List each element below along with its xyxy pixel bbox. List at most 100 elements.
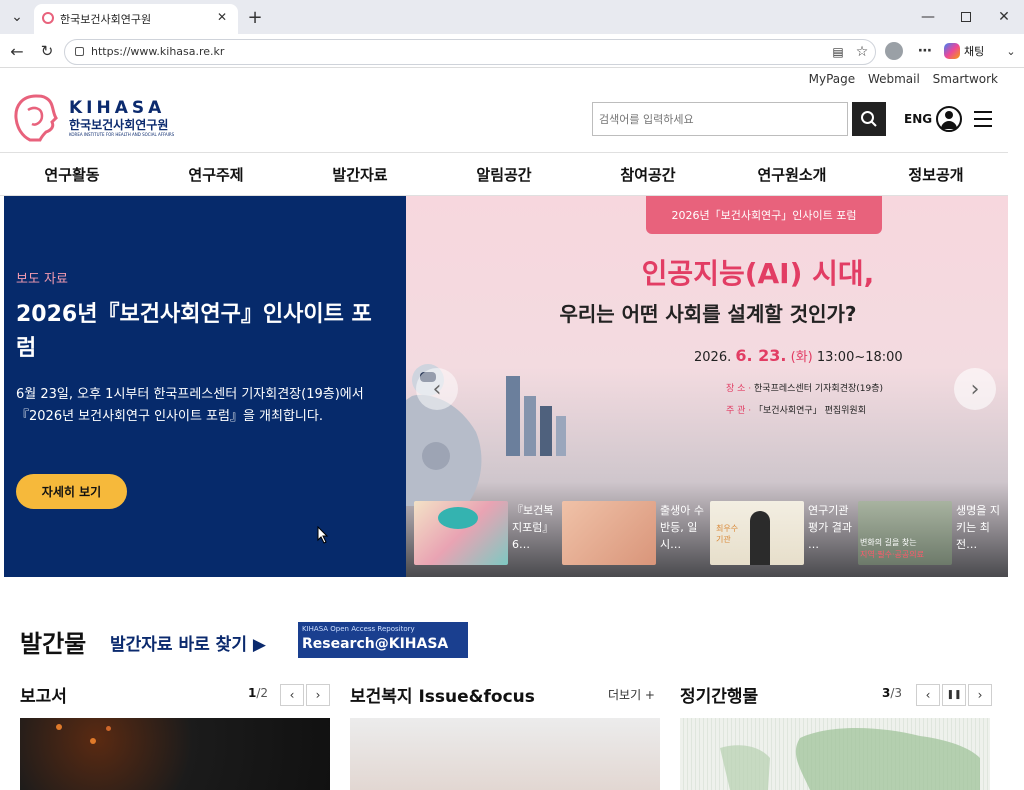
- periodicals-prev-button[interactable]: ‹: [916, 684, 940, 706]
- hero-banner[interactable]: 2026년「보건사회연구」인사이트 포럼 인공지능(AI) 시대, 우리는 어떤…: [406, 196, 1008, 577]
- copilot-chat-button[interactable]: 채팅: [944, 40, 1002, 62]
- banner-subheadline: 우리는 어떤 사회를 설계할 것인가?: [559, 302, 857, 326]
- reports-next-button[interactable]: ›: [306, 684, 330, 706]
- address-bar[interactable]: https://www.kihasa.re.kr ▤ ☆: [64, 39, 876, 65]
- banner-venue: 장 소 · 한국프레스센터 기자회견장(19층): [726, 381, 883, 394]
- publications-title: 발간물: [20, 630, 87, 658]
- nav-topics[interactable]: 연구주제: [144, 153, 288, 195]
- periodicals-next-button[interactable]: ›: [968, 684, 992, 706]
- reports-page-current: 1: [248, 686, 257, 700]
- research-kihasa-banner[interactable]: KIHASA Open Access Repository Research@K…: [298, 622, 468, 658]
- browser-tab-bar: ⌄ 한국보건사회연구원 ✕ + — ✕: [0, 0, 1024, 34]
- venue-value: 한국프레스센터 기자회견장(19층): [754, 384, 884, 394]
- issue-focus-title: 보건복지 Issue&focus: [350, 687, 535, 707]
- copilot-label: 채팅: [964, 45, 985, 58]
- periodical-cover-image[interactable]: [680, 718, 990, 790]
- banner-tag: 2026년「보건사회연구」인사이트 포럼: [646, 196, 882, 234]
- banner-date-prefix: 2026.: [694, 350, 732, 365]
- tab-title: 한국보건사회연구원: [60, 13, 152, 26]
- chevron-down-icon[interactable]: ⌄: [1004, 42, 1018, 60]
- banner-headline: 인공지능(AI) 시대,: [641, 257, 875, 290]
- profile-avatar-icon[interactable]: [885, 42, 903, 60]
- browser-tab[interactable]: 한국보건사회연구원 ✕: [34, 4, 238, 34]
- copilot-icon: [944, 43, 960, 59]
- periodicals-pause-button[interactable]: ❚❚: [942, 684, 966, 706]
- hamburger-menu-icon[interactable]: [974, 111, 992, 127]
- back-icon[interactable]: ←: [6, 40, 28, 62]
- thumb-forum[interactable]: [414, 501, 508, 565]
- user-icon[interactable]: [936, 106, 962, 132]
- nav-notices[interactable]: 알림공간: [432, 153, 576, 195]
- repo-small-text: KIHASA Open Access Repository: [302, 625, 415, 633]
- tab-close-icon[interactable]: ✕: [214, 9, 230, 25]
- reader-mode-icon[interactable]: ▤: [829, 43, 847, 61]
- logo-head-icon: [14, 94, 58, 142]
- favorite-star-icon[interactable]: ☆: [853, 43, 871, 61]
- web-page: MyPage Webmail Smartwork KIHASA 한국보건사회연구…: [0, 68, 1024, 790]
- minimize-button[interactable]: —: [916, 6, 940, 28]
- repo-big-text: Research@KIHASA: [302, 636, 449, 652]
- webmail-link[interactable]: Webmail: [868, 72, 920, 86]
- periodicals-title: 정기간행물: [680, 687, 759, 707]
- more-details-button[interactable]: 자세히 보기: [16, 474, 127, 509]
- periodicals-page-current: 3: [882, 686, 891, 700]
- banner-day: (화): [790, 350, 813, 365]
- smartwork-link[interactable]: Smartwork: [933, 72, 998, 86]
- reports-pager: 1/2: [248, 686, 269, 700]
- main-navigation: 연구활동 연구주제 발간자료 알림공간 참여공간 연구원소개 정보공개: [0, 152, 1008, 196]
- logo-kr: 한국보건사회연구원: [69, 118, 169, 132]
- nav-participation[interactable]: 참여공간: [576, 153, 720, 195]
- host-label: 주 관 ·: [726, 406, 752, 416]
- thumb-caption[interactable]: 출생아 수 반등, 일시…: [660, 502, 704, 558]
- periodicals-page-total: 3: [894, 686, 903, 700]
- site-favicon-icon: [42, 12, 54, 24]
- mypage-link[interactable]: MyPage: [809, 72, 856, 86]
- thumb-medical[interactable]: 변화의 길을 찾는 지역·필수·공공의료: [858, 501, 952, 565]
- new-tab-button[interactable]: +: [244, 6, 266, 28]
- host-value: 「보건사회연구」 편집위원회: [754, 406, 866, 416]
- reports-title: 보고서: [20, 687, 67, 707]
- venue-label: 장 소 ·: [726, 384, 752, 394]
- logo-en: KIHASA: [69, 98, 166, 118]
- light-dot-icon: [90, 738, 96, 744]
- periodicals-pager: 3/3: [882, 686, 903, 700]
- find-publications-link[interactable]: 발간자료 바로 찾기 ▶: [110, 630, 266, 655]
- hero-category: 보도 자료: [16, 272, 68, 287]
- thumb-medical-overlay-1: 변화의 길을 찾는: [860, 538, 917, 547]
- banner-date: 6. 23.: [735, 346, 787, 365]
- language-toggle[interactable]: ENG: [904, 112, 932, 126]
- search-button[interactable]: [852, 102, 886, 136]
- nav-disclosure[interactable]: 정보공개: [864, 153, 1008, 195]
- reports-page-total: 2: [260, 686, 269, 700]
- maximize-button[interactable]: [954, 6, 978, 28]
- nav-research[interactable]: 연구활동: [0, 153, 144, 195]
- thumb-caption[interactable]: 생명을 지키는 최전…: [956, 502, 1000, 558]
- refresh-icon[interactable]: ↻: [36, 40, 58, 62]
- search-input[interactable]: [592, 102, 848, 136]
- kihasa-logo[interactable]: KIHASA 한국보건사회연구원 KOREA INSTITUTE FOR HEA…: [12, 92, 188, 146]
- issue-more-link[interactable]: 더보기 +: [608, 686, 655, 703]
- report-cover-image[interactable]: [20, 718, 330, 790]
- reports-prev-button[interactable]: ‹: [280, 684, 304, 706]
- hero-title[interactable]: 2026년『보건사회연구』인사이트 포럼: [16, 298, 376, 366]
- world-map-icon: [720, 728, 980, 790]
- thumb-evaluation[interactable]: 최우수 기관: [710, 501, 804, 565]
- next-slide-button[interactable]: ›: [954, 368, 996, 410]
- nav-publications[interactable]: 발간자료: [288, 153, 432, 195]
- person-icon: [750, 511, 770, 565]
- more-options-icon[interactable]: ⋯: [914, 40, 936, 62]
- tab-list-dropdown[interactable]: ⌄: [6, 6, 28, 28]
- light-dot-icon: [56, 724, 62, 730]
- nav-about[interactable]: 연구원소개: [720, 153, 864, 195]
- thumb-evaluation-overlay: 최우수 기관: [716, 524, 739, 544]
- prev-slide-button[interactable]: ‹: [416, 368, 458, 410]
- speech-bubble-icon: [438, 507, 478, 529]
- url-text: https://www.kihasa.re.kr: [91, 45, 225, 58]
- thumb-birth[interactable]: [562, 501, 656, 565]
- close-window-button[interactable]: ✕: [992, 6, 1016, 28]
- banner-host: 주 관 · 「보건사회연구」 편집위원회: [726, 403, 866, 416]
- thumb-caption[interactable]: 연구기관 평가 결과 …: [808, 502, 852, 558]
- thumb-caption[interactable]: 『보건복지포럼』6…: [512, 502, 556, 558]
- hero-text-panel: 보도 자료 2026년『보건사회연구』인사이트 포럼 6월 23일, 오후 1시…: [4, 196, 406, 577]
- issue-cover-image[interactable]: [350, 718, 660, 790]
